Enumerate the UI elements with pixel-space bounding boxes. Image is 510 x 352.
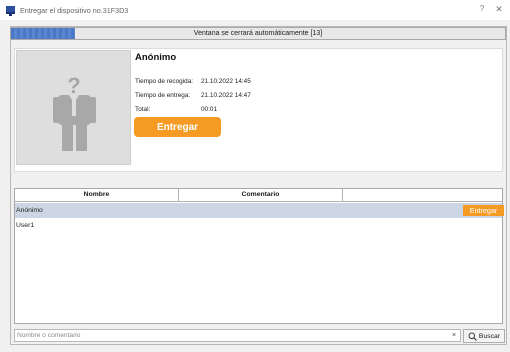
column-header-name[interactable]: Nombre [15,189,179,201]
row-name-cell: User1 [16,222,35,229]
svg-text:?: ? [67,73,80,98]
pickup-time-label: Tiempo de recogida: [135,78,194,85]
delivery-time-label: Tiempo de entrega: [135,92,191,99]
auto-close-progress: Ventana se cerrará automáticamente [13] [10,27,506,40]
total-value: 00:01 [201,106,217,113]
grid-header: Nombre Comentario [15,189,502,202]
search-input[interactable] [14,329,461,342]
help-button[interactable]: ? [476,4,488,13]
window-title: Entregar el dispositivo no.31F3D3 [20,5,129,15]
search-button-label: Buscar [478,332,501,340]
app-monitor-icon [6,6,15,16]
row-name-cell: Anónimo [16,207,43,214]
column-header-comment[interactable]: Comentario [179,189,343,201]
table-row[interactable]: User1 [15,218,502,233]
user-name: Anónimo [135,52,177,63]
row-deliver-button[interactable]: Entregar [463,205,504,216]
anonymous-user-icon: ? [53,73,96,151]
close-button[interactable]: ✕ [493,4,505,15]
deliver-button[interactable]: Entregar [134,117,221,137]
pickup-time-value: 21.10.2022 14:45 [201,78,251,85]
search-button[interactable]: Buscar [463,329,505,343]
column-header-extra [343,189,502,201]
title-bar: Entregar el dispositivo no.31F3D3 ? ✕ [0,0,510,20]
avatar-placeholder: ? [16,50,131,165]
delivery-time-value: 21.10.2022 14:47 [201,92,251,99]
table-row-selected[interactable]: Anónimo Entregar [15,203,504,218]
pickup-time-row: Tiempo de recogida: 21.10.2022 14:45 [135,78,251,85]
total-label: Total: [135,106,151,113]
delivery-time-row: Tiempo de entrega: 21.10.2022 14:47 [135,92,251,99]
clear-search-button[interactable]: × [449,330,459,341]
search-icon [468,332,477,341]
progress-text: Ventana se cerrará automáticamente [13] [193,30,323,37]
total-row: Total: 00:01 [135,106,217,113]
users-grid: Nombre Comentario Anónimo Entregar User1 [14,188,504,324]
